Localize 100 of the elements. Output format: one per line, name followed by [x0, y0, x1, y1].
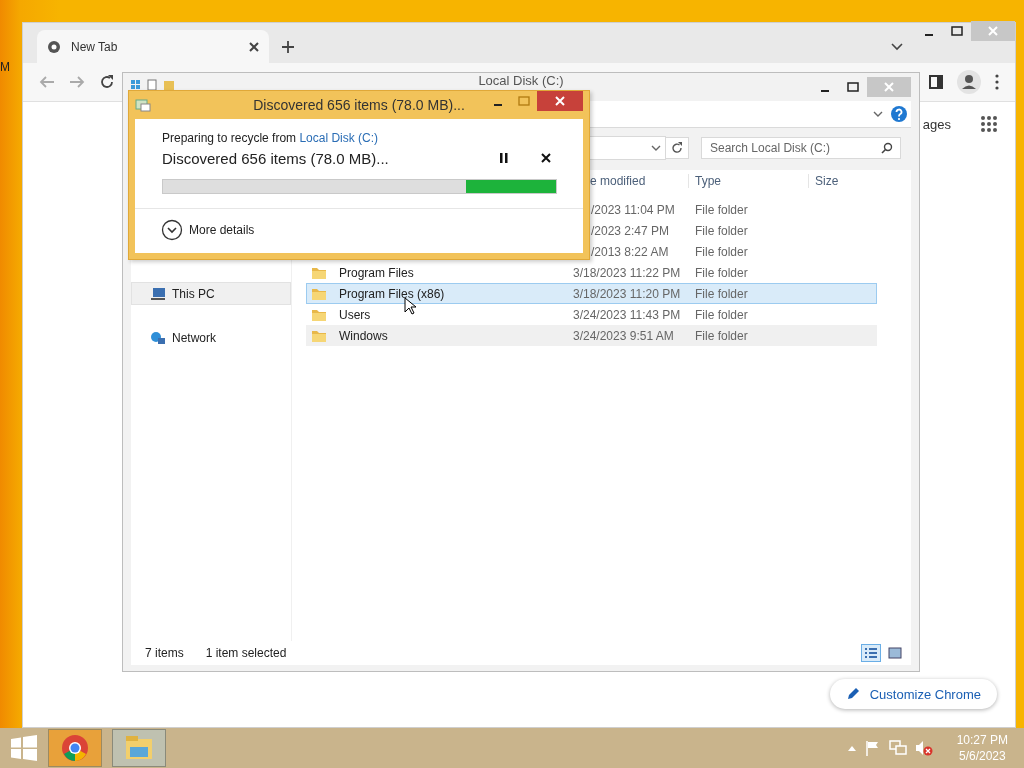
- details-view-button[interactable]: [861, 644, 881, 662]
- type-cell-text: File folder: [694, 286, 749, 301]
- date-cell-text: /2023 2:47 PM: [590, 223, 671, 238]
- column-header[interactable]: Type: [688, 174, 808, 188]
- browser-tab[interactable]: New Tab: [37, 30, 269, 63]
- window-icon: [131, 80, 141, 90]
- nav-label: Network: [172, 330, 216, 345]
- close-icon: [884, 82, 894, 92]
- minimize-icon: [924, 34, 934, 36]
- file-name: Program Files (x86): [338, 286, 445, 301]
- date-cell-text: 3/18/2023 11:20 PM: [572, 286, 682, 301]
- close-tab-button[interactable]: [249, 41, 259, 52]
- file-row[interactable]: Program Files 3/18/2023 11:22 PM File folder: [306, 262, 877, 283]
- date-cell-text: 3/24/2023 9:51 AM: [572, 328, 675, 343]
- nav-item[interactable]: Network: [131, 326, 291, 349]
- desktop-label: M: [0, 60, 10, 74]
- tiles-view-button[interactable]: [885, 644, 905, 662]
- back-arrow-icon: [39, 75, 55, 89]
- refresh-button[interactable]: [665, 137, 689, 159]
- list-icon: [864, 647, 878, 659]
- folder-icon: [124, 735, 154, 761]
- progress-status: Discovered 656 items (78.0 MB)...: [162, 149, 390, 167]
- file-row[interactable]: Users 3/24/2023 11:43 PM File folder: [306, 304, 877, 325]
- side-panel-button[interactable]: [929, 75, 943, 89]
- minimize-icon: [820, 90, 830, 92]
- expand-ribbon-button[interactable]: [873, 111, 883, 117]
- close-icon: [541, 153, 551, 163]
- apps-button[interactable]: [981, 116, 997, 132]
- close-button[interactable]: [537, 91, 583, 111]
- close-icon: [988, 26, 998, 36]
- clock-date: 5/6/2023: [958, 748, 1006, 764]
- chevron-circle-icon: [161, 219, 183, 241]
- type-cell-text: File folder: [694, 265, 749, 280]
- type-cell-text: File folder: [694, 307, 749, 322]
- type-cell-text: File folder: [694, 202, 749, 217]
- browser-taskbar-button[interactable]: [48, 729, 102, 767]
- folder-icon: [311, 286, 327, 301]
- nav-label: This PC: [172, 286, 215, 301]
- menu-button[interactable]: [995, 74, 999, 90]
- network-icon: [150, 330, 166, 345]
- mouse-cursor-icon: [404, 297, 416, 315]
- images-link[interactable]: ages: [922, 116, 951, 132]
- item-count: 7 items: [145, 646, 184, 660]
- dialog-title: Discovered 656 items (78.0 MB)...: [252, 97, 466, 113]
- maximize-icon: [518, 96, 530, 106]
- side-panel-icon: [929, 75, 943, 89]
- search-icon: [881, 142, 893, 154]
- pause-icon: [500, 153, 508, 163]
- image-icon: [888, 647, 902, 659]
- computer-icon: [150, 286, 166, 301]
- browser-logo: [61, 734, 89, 762]
- file-name: Windows: [338, 328, 388, 343]
- document-icon: [147, 79, 157, 91]
- chevron-down-icon: [891, 42, 903, 51]
- folder-icon: [311, 265, 327, 280]
- date-cell-text: 3/18/2023 11:22 PM: [572, 265, 682, 280]
- chevron-down-icon: [873, 111, 883, 117]
- tab-title: New Tab: [71, 39, 119, 54]
- window-title: Local Disk (C:): [477, 73, 565, 88]
- file-row[interactable]: Windows 3/24/2023 9:51 AM File folder: [306, 325, 877, 346]
- source-link[interactable]: Local Disk (C:): [299, 131, 379, 145]
- close-icon: [555, 96, 565, 106]
- clock-time: 10:27 PM: [956, 732, 1008, 748]
- selection-count: 1 item selected: [205, 646, 287, 660]
- date-cell-text: 3/24/2023 11:43 PM: [572, 307, 682, 322]
- date-cell-text: /2013 8:22 AM: [590, 244, 670, 259]
- source-text: Preparing to recycle from Local Disk (C:): [162, 131, 380, 145]
- file-row[interactable]: Program Files (x86) 3/18/2023 11:20 PM File folder: [306, 283, 877, 304]
- muted-speaker-icon[interactable]: [914, 740, 933, 756]
- more-details-button[interactable]: More details: [161, 219, 255, 241]
- type-cell-text: File folder: [694, 328, 749, 343]
- customize-chrome-button[interactable]: Customize Chrome: [829, 679, 997, 709]
- file-name: Program Files: [338, 265, 414, 280]
- windows-logo: [11, 735, 37, 761]
- folder-icon: [311, 307, 327, 322]
- column-header[interactable]: Size: [808, 174, 877, 188]
- profile-button[interactable]: [957, 70, 981, 94]
- forward-arrow-icon: [69, 75, 85, 89]
- help-icon: [891, 106, 907, 122]
- maximize-icon: [951, 26, 963, 36]
- plus-icon: [281, 39, 295, 54]
- type-cell-text: File folder: [694, 223, 749, 238]
- minimize-icon: [493, 104, 503, 106]
- reload-icon: [99, 74, 115, 90]
- folder-icon: [311, 328, 327, 343]
- chevron-down-icon: [651, 145, 661, 151]
- date-cell-text: /2023 11:04 PM: [590, 202, 676, 217]
- help-button[interactable]: [891, 106, 907, 122]
- maximize-icon: [847, 82, 859, 92]
- pencil-icon: [845, 687, 860, 701]
- grid-icon: [981, 116, 997, 132]
- reload-button[interactable]: [99, 74, 115, 90]
- file-name: Users: [338, 307, 371, 322]
- person-icon: [957, 70, 981, 94]
- menu-icon: [995, 74, 999, 90]
- type-cell-text: File folder: [694, 244, 749, 259]
- nav-item[interactable]: This PC: [131, 282, 291, 305]
- search-field[interactable]: Search Local Disk (C:): [701, 137, 901, 159]
- close-icon: [249, 41, 259, 52]
- refresh-icon: [671, 142, 683, 154]
